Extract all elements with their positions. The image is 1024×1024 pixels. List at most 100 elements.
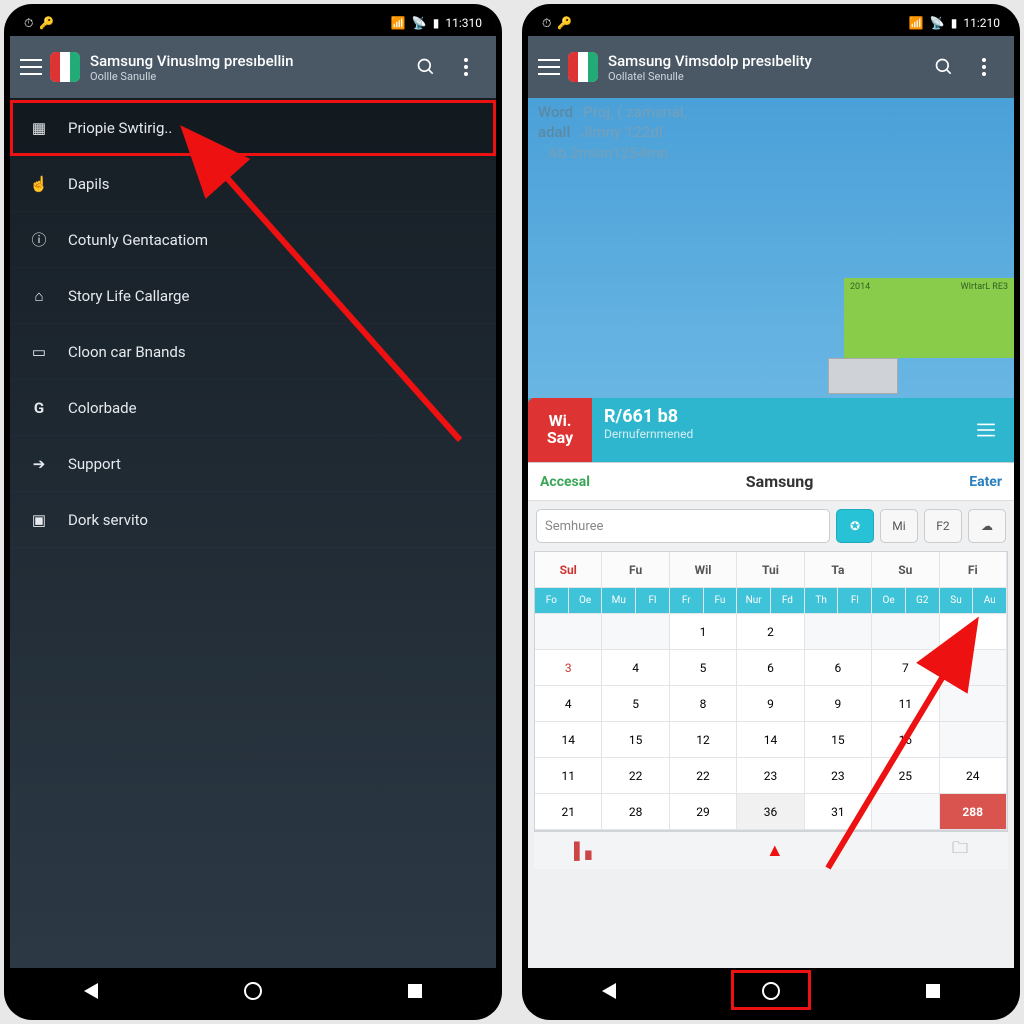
menu-label: Dork servito xyxy=(68,511,148,529)
cal-day[interactable]: 15 xyxy=(602,722,669,758)
go-button[interactable]: ✪ xyxy=(836,509,874,543)
nav-recent[interactable] xyxy=(919,977,947,1005)
menu-item-cotunly[interactable]: ⓘ Cotunly Gentacatiom xyxy=(10,212,496,268)
cal-day[interactable]: 5 xyxy=(602,686,669,722)
cal-day[interactable]: 11 xyxy=(535,758,602,794)
cal-dow: Tui xyxy=(737,552,804,588)
cal-day[interactable]: 31 xyxy=(805,794,872,830)
cal-day[interactable]: 14 xyxy=(535,722,602,758)
btn-cloud[interactable]: ☁ xyxy=(968,509,1006,543)
up-arrow-icon[interactable]: ▲ xyxy=(766,840,784,861)
calendar: SulFuWilTuiTaSuFi FoOeMuFlFrFuNurFdThFlO… xyxy=(534,551,1008,831)
card-header: Wi.Say R/661 b8 Dernufernmened xyxy=(528,398,1014,462)
menu-label: Dapils xyxy=(68,175,109,193)
flag-icon[interactable]: ▌▖ xyxy=(574,841,598,861)
menu-label: Priopie Swtirig.. xyxy=(68,119,172,137)
app-bar: Samsung Vimsdolp presıbelity Oollatel Se… xyxy=(528,36,1014,98)
nav-back[interactable] xyxy=(77,977,105,1005)
cal-day[interactable]: 36 xyxy=(737,794,804,830)
cal-day[interactable]: 15 xyxy=(805,722,872,758)
overflow-button[interactable] xyxy=(446,47,486,87)
cal-day[interactable]: 7 xyxy=(872,650,939,686)
btn-f2[interactable]: F2 xyxy=(924,509,962,543)
menu-icon[interactable] xyxy=(538,59,560,75)
widget-green: 2014WIrtarL RE3 xyxy=(844,278,1014,358)
header-menu-button[interactable] xyxy=(966,398,1014,462)
cal-day[interactable]: 29 xyxy=(670,794,737,830)
tab-accesal[interactable]: Accesal xyxy=(540,474,590,490)
lock-icon: ⏱ xyxy=(542,16,551,31)
header-code: R/661 b8 xyxy=(604,406,954,427)
cal-day[interactable]: 25 xyxy=(872,758,939,794)
cal-day[interactable]: 28 xyxy=(602,794,669,830)
cal-day[interactable]: 9 xyxy=(805,686,872,722)
menu-item-priopie[interactable]: ▦ Priopie Swtirig.. xyxy=(10,100,496,156)
key-icon: 🔑 xyxy=(39,16,54,30)
hand-icon: ☝ xyxy=(28,173,50,195)
overflow-button[interactable] xyxy=(964,47,1004,87)
cal-day[interactable]: 4 xyxy=(602,650,669,686)
screen-left: ⏱ 🔑 📶 📡 ▮ 11:310 Samsung Vinuslmg presıb… xyxy=(10,10,496,1014)
nav-recent[interactable] xyxy=(401,977,429,1005)
cal-day[interactable]: 8 xyxy=(670,686,737,722)
menu-icon[interactable] xyxy=(20,59,42,75)
folder-icon[interactable]: 🗀 xyxy=(952,837,968,864)
wallpaper-text: WordProj, ( zamsrıal, adallJimny 122dl A… xyxy=(538,102,687,163)
search-button[interactable] xyxy=(406,47,446,87)
cal-day xyxy=(805,614,872,650)
app-logo xyxy=(568,52,598,82)
cal-day[interactable]: 21 xyxy=(535,794,602,830)
cal-day[interactable]: 12 xyxy=(670,722,737,758)
cal-day[interactable]: 1 xyxy=(670,614,737,650)
cal-day[interactable]: 23 xyxy=(805,758,872,794)
nav-back[interactable] xyxy=(595,977,623,1005)
menu-item-story[interactable]: ⌂ Story Life Callarge xyxy=(10,268,496,324)
cal-day[interactable]: 22 xyxy=(602,758,669,794)
cal-day[interactable]: 288 xyxy=(940,794,1007,830)
tab-eater[interactable]: Eater xyxy=(969,474,1002,490)
menu-item-dork[interactable]: ▣ Dork servito xyxy=(10,492,496,548)
cal-day[interactable]: 22 xyxy=(670,758,737,794)
search-input[interactable]: Semhuree xyxy=(536,509,830,543)
cal-day[interactable]: 16 xyxy=(872,722,939,758)
menu-item-colorbade[interactable]: G Colorbade xyxy=(10,380,496,436)
app-bar: Samsung Vinuslmg presıbellin Oollle Sanu… xyxy=(10,36,496,98)
cal-day[interactable]: 3 xyxy=(535,650,602,686)
screen-right: ⏱ 🔑 📶 📡 ▮ 11:210 Samsung Vimsdolp presıb… xyxy=(528,10,1014,1014)
cal-dow: Wil xyxy=(670,552,737,588)
cal-day[interactable]: 14 xyxy=(737,722,804,758)
key-icon: 🔑 xyxy=(557,16,572,30)
wifi-icon: 📡 xyxy=(412,16,427,30)
menu-item-cloon[interactable]: ▭ Cloon car Bnands xyxy=(10,324,496,380)
cal-day[interactable]: 4 xyxy=(535,686,602,722)
menu-label: Cloon car Bnands xyxy=(68,343,186,361)
lock-icon: ⏱ xyxy=(24,16,33,31)
search-button[interactable] xyxy=(924,47,964,87)
cal-day[interactable]: 11 xyxy=(872,686,939,722)
cal-day[interactable]: 23 xyxy=(737,758,804,794)
panel-bottombar: ▌▖ ▲ 🗀 xyxy=(534,831,1008,869)
nav-home[interactable] xyxy=(239,977,267,1005)
battery-icon: ▮ xyxy=(433,16,440,30)
cal-dow: Su xyxy=(872,552,939,588)
cal-day[interactable]: 9 xyxy=(737,686,804,722)
status-bar: ⏱ 🔑 📶 📡 ▮ 11:310 xyxy=(10,10,496,36)
cal-day[interactable]: 6 xyxy=(737,650,804,686)
menu-label: Colorbade xyxy=(68,399,137,417)
phone-left: ⏱ 🔑 📶 📡 ▮ 11:310 Samsung Vinuslmg presıb… xyxy=(4,4,502,1020)
cal-day xyxy=(940,722,1007,758)
status-time: 11:210 xyxy=(963,16,1000,30)
menu-label: Cotunly Gentacatiom xyxy=(68,231,208,249)
cal-day[interactable]: 3 xyxy=(940,614,1007,650)
btn-mi[interactable]: Mi xyxy=(880,509,918,543)
cal-day[interactable]: 24 xyxy=(940,758,1007,794)
cal-subdow: Fl xyxy=(838,588,872,614)
menu-item-support[interactable]: ➔ Support xyxy=(10,436,496,492)
cal-day[interactable]: 2 xyxy=(737,614,804,650)
arrow-right-icon: ➔ xyxy=(28,453,50,475)
cal-day[interactable]: 5 xyxy=(670,650,737,686)
app-logo xyxy=(50,52,80,82)
cal-day[interactable]: 6 xyxy=(805,650,872,686)
menu-item-dapils[interactable]: ☝ Dapils xyxy=(10,156,496,212)
tab-title: Samsung xyxy=(746,472,814,491)
